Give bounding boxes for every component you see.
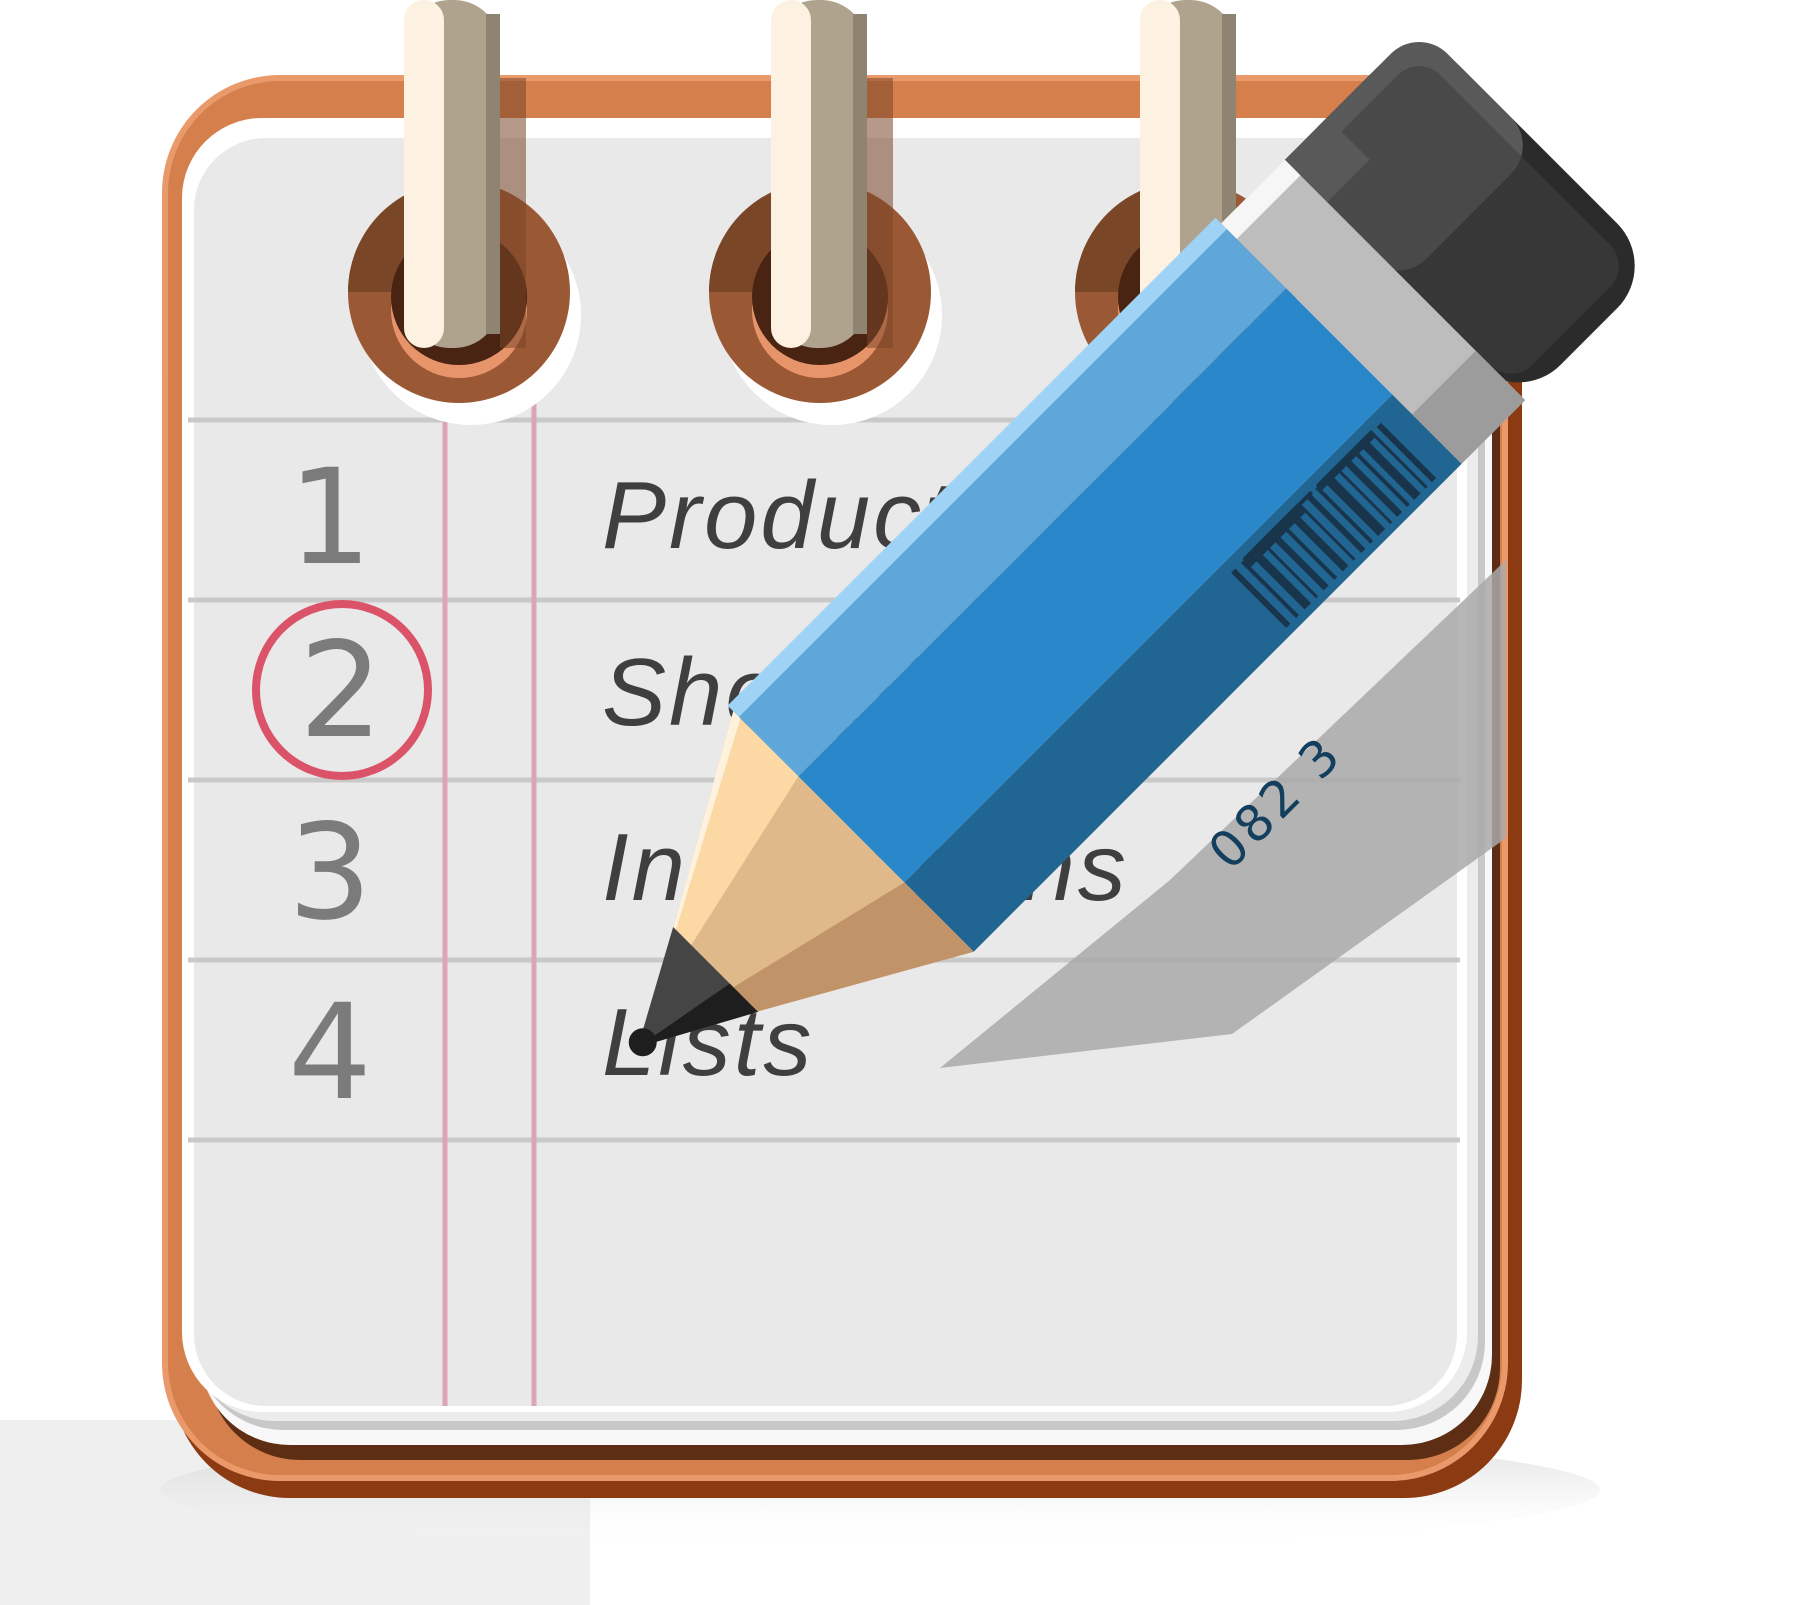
row-number: 3: [288, 796, 372, 950]
row-number: 1: [288, 441, 372, 595]
notepad-pencil-icon: 1 2 3 4 Products Shopping Instructions L…: [0, 0, 1801, 1605]
row-number: 4: [288, 976, 372, 1130]
row-number: 2: [299, 614, 383, 768]
